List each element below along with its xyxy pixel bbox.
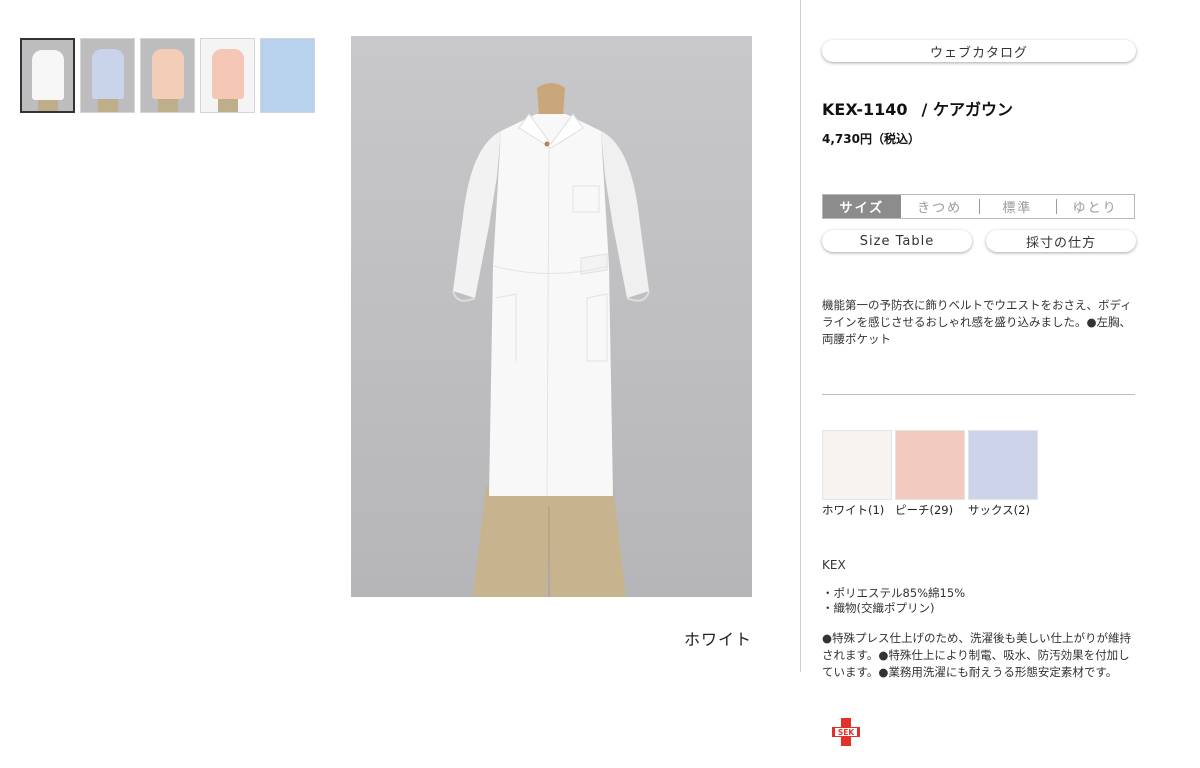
thumb-sax[interactable] [80,38,135,113]
thumbnail-legs [157,98,178,112]
product-price: 4,730円（税込） [822,132,920,146]
size-option-standard[interactable]: 標準 [978,195,1057,218]
color-option-sax[interactable]: サックス(2) [968,430,1038,518]
sek-mark-icon: SEK [830,716,862,748]
thumb-white[interactable] [20,38,75,113]
color-option-peach[interactable]: ピーチ(29) [895,430,965,518]
gown-illustration [452,83,650,597]
thumbnail-gown [211,49,244,99]
brand-name: KEX [822,558,846,572]
size-table-button[interactable]: Size Table [822,230,972,252]
section-divider [822,394,1135,395]
size-fit-selector: サイズ きつめ 標準 ゆとり [822,194,1135,219]
product-title: KEX-1140 / ケアガウン [822,96,1013,120]
measure-guide-button[interactable]: 採寸の仕方 [986,230,1136,252]
main-photo-caption: ホワイト [683,630,752,649]
thumbnail-gown [31,50,64,100]
size-label: サイズ [823,195,901,218]
color-option-white[interactable]: ホワイト(1) [822,430,892,518]
size-option-tight[interactable]: きつめ [901,195,979,218]
color-swatch-peach [895,430,965,500]
size-links: Size Table 採寸の仕方 [822,230,1136,252]
thumb-peach-back[interactable] [200,38,255,113]
color-name-peach: ピーチ(29) [895,503,954,517]
color-swatch-white [822,430,892,500]
thumbnail-legs [217,98,238,112]
thumbnail-strip [20,38,315,113]
material-item: ・ポリエステル85%綿15% [822,586,966,600]
thumb-peach[interactable] [140,38,195,113]
color-name-white: ホワイト(1) [822,503,885,517]
color-swatch-sax [968,430,1038,500]
vertical-divider [800,0,801,672]
thumbnail-gown [151,49,184,99]
product-name: / ケアガウン [921,100,1013,119]
material-item: ・織物(交織ポプリン) [822,601,935,615]
thumbnail-fabric [261,39,314,112]
web-catalog-button[interactable]: ウェブカタログ [822,40,1136,62]
thumb-fabric[interactable] [260,38,315,113]
size-option-loose[interactable]: ゆとり [1056,195,1134,218]
sek-text: SEK [838,728,856,737]
thumbnail-legs [97,98,118,112]
color-options: ホワイト(1) ピーチ(29) サックス(2) [822,430,1038,518]
product-description: 機能第一の予防衣に飾りベルトでウエストをおさえ、ボディラインを感じさせるおしゃれ… [822,298,1132,346]
color-name-sax: サックス(2) [968,503,1030,517]
feature-description: ●特殊プレス仕上げのため、洗濯後も美しい仕上がりが維持されます。●特殊仕上により… [822,631,1132,679]
product-code: KEX-1140 [822,100,908,119]
thumbnail-gown [91,49,124,99]
materials-list: ・ポリエステル85%綿15% ・織物(交織ポプリン) [822,586,965,616]
main-product-photo [351,36,752,597]
